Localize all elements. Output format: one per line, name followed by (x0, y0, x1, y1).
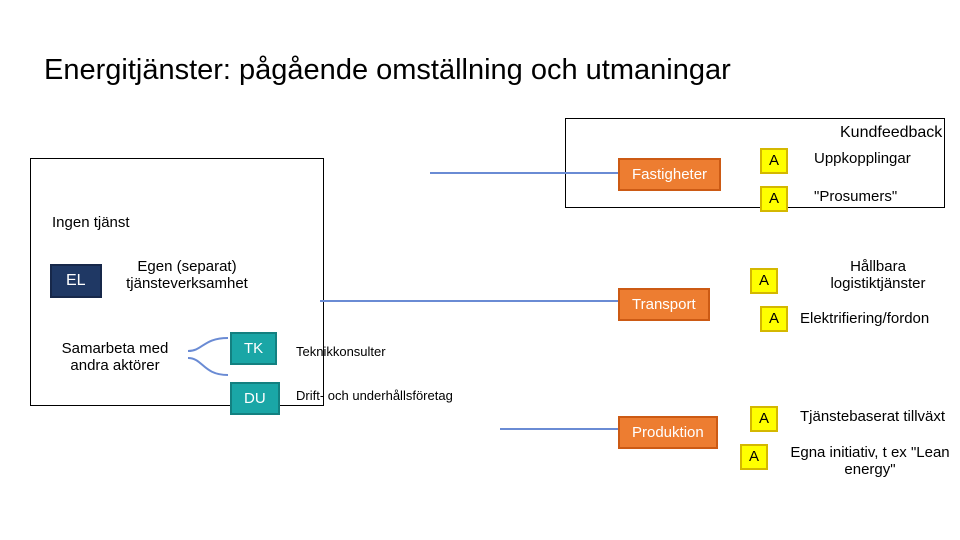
egna-label: Egna initiativ, t ex "Lean energy" (790, 444, 950, 478)
a-tag-1: A (760, 148, 788, 174)
slide-title: Energitjänster: pågående omställning och… (44, 54, 731, 87)
transport-tag: Transport (618, 288, 710, 321)
elektrifiering-label: Elektrifiering/fordon (800, 310, 960, 327)
collab-label: Samarbeta med andra aktörer (50, 340, 180, 374)
du-tag: DU (230, 382, 280, 415)
a-tag-6: A (740, 444, 768, 470)
tk-sublabel: Teknikkonsulter (296, 344, 426, 359)
uppkopplingar-label: Uppkopplingar (814, 150, 960, 167)
fastigheter-tag: Fastigheter (618, 158, 721, 191)
line-fastigheter (430, 172, 630, 174)
line-transport (320, 300, 630, 302)
tjanstebaserat-label: Tjänstebaserat tillväxt (800, 408, 960, 425)
no-service-label: Ingen tjänst (52, 214, 172, 231)
hallbara-label: Hållbara logistiktjänster (808, 258, 948, 292)
line-produktion (500, 428, 630, 430)
a-tag-3: A (750, 268, 778, 294)
produktion-tag: Produktion (618, 416, 718, 449)
a-tag-5: A (750, 406, 778, 432)
el-tag: EL (50, 264, 102, 298)
kundfeedback-label: Kundfeedback (840, 124, 960, 142)
separate-label: Egen (separat) tjänsteverksamhet (112, 258, 262, 292)
a-tag-2: A (760, 186, 788, 212)
tk-tag: TK (230, 332, 277, 365)
prosumers-label: "Prosumers" (814, 188, 960, 205)
du-sublabel: Drift- och underhållsföretag (296, 388, 496, 403)
a-tag-4: A (760, 306, 788, 332)
